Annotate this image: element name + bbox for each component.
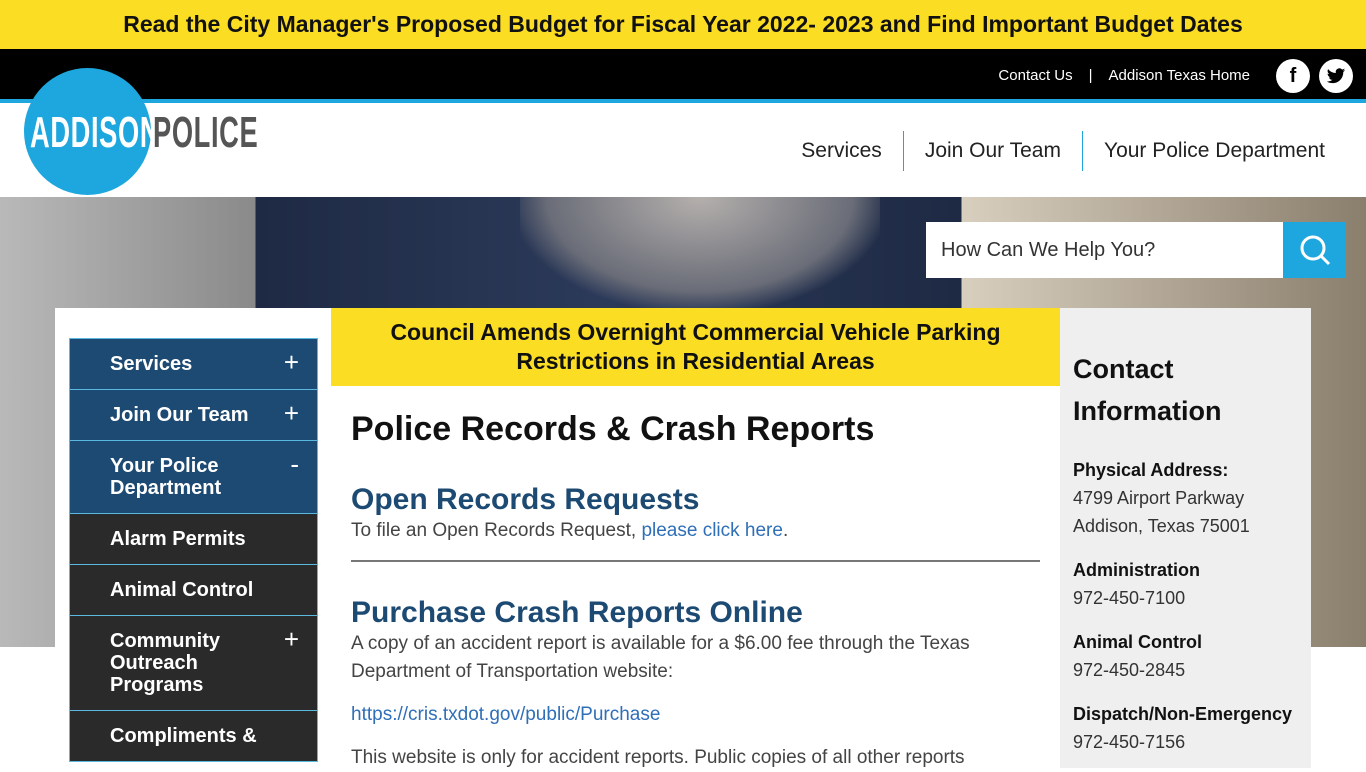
page-title: Police Records & Crash Reports <box>351 410 875 448</box>
address-label: Physical Address: <box>1073 460 1229 480</box>
label: Services <box>110 353 193 375</box>
dispatch-phone[interactable]: 972-450-7156 <box>1073 728 1298 756</box>
expand-icon[interactable]: + <box>284 626 299 652</box>
logo-text-police: POLICE <box>153 108 259 157</box>
label: Community Outreach Programs <box>110 630 220 696</box>
top-bar: Contact Us | Addison Texas Home f <box>0 49 1366 103</box>
sidebar-item-animal-control[interactable]: Animal Control <box>69 565 318 616</box>
separator: | <box>1088 67 1093 84</box>
nav-your-police-department[interactable]: Your Police Department <box>1081 131 1346 171</box>
sidebar-item-services[interactable]: Services + <box>69 338 318 390</box>
animal-control-phone[interactable]: 972-450-2845 <box>1073 656 1298 684</box>
sidebar-item-community-outreach[interactable]: Community Outreach Programs + <box>69 616 318 711</box>
address-line1: 4799 Airport Parkway <box>1073 488 1245 508</box>
open-records-heading: Open Records Requests <box>351 483 700 516</box>
sidebar-nav: Services + Join Our Team + Your Police Dep… <box>69 338 318 762</box>
dispatch-label: Dispatch/Non-Emergency <box>1073 704 1293 724</box>
nav-services[interactable]: Services <box>780 131 903 171</box>
search-button[interactable] <box>1283 222 1346 278</box>
expand-icon[interactable]: + <box>284 400 299 426</box>
text: . <box>782 520 789 541</box>
admin-phone[interactable]: 972-450-7100 <box>1073 584 1298 612</box>
nav-join-our-team[interactable]: Join Our Team <box>902 131 1082 171</box>
crash-reports-heading: Purchase Crash Reports Online <box>351 596 803 629</box>
addison-home-link[interactable]: Addison Texas Home <box>1109 67 1250 84</box>
sidebar-item-alarm-permits[interactable]: Alarm Permits <box>69 514 318 565</box>
news-banner[interactable]: Council Amends Overnight Commercial Vehi… <box>331 308 1060 386</box>
sidebar-item-join-our-team[interactable]: Join Our Team + <box>69 390 318 441</box>
sidebar-item-your-police-department[interactable]: Your Police Department - <box>69 441 318 514</box>
expand-icon[interactable]: + <box>284 349 299 375</box>
open-records-link[interactable]: please click here <box>641 520 783 541</box>
label: Your Police Department <box>110 455 222 499</box>
search-input[interactable] <box>926 222 1283 278</box>
crash-reports-text: A copy of an accident report is availabl… <box>351 633 970 682</box>
admin-label: Administration <box>1073 560 1201 580</box>
search-bar <box>926 222 1346 278</box>
label: Alarm Permits <box>110 528 246 550</box>
divider <box>351 560 1040 562</box>
twitter-icon[interactable] <box>1319 59 1353 93</box>
main-content: Council Amends Overnight Commercial Vehi… <box>331 308 1060 772</box>
contact-us-link[interactable]: Contact Us <box>998 67 1072 84</box>
police-badge-image <box>520 197 880 308</box>
label: Join Our Team <box>110 404 249 426</box>
open-records-text: To file an Open Records Request, please … <box>351 517 1040 545</box>
text: To file an Open Records Request, <box>351 520 642 541</box>
collapse-icon[interactable]: - <box>290 451 299 477</box>
animal-control-label: Animal Control <box>1073 632 1202 652</box>
label: Animal Control <box>110 579 254 601</box>
facebook-icon[interactable]: f <box>1276 59 1310 93</box>
sidebar-item-compliments[interactable]: Compliments & <box>69 711 318 762</box>
main-nav: Services Join Our Team Your Police Depar… <box>780 131 1346 171</box>
txdot-link[interactable]: https://cris.txdot.gov/public/Purchase <box>351 704 660 725</box>
search-icon <box>1300 235 1330 266</box>
address-line2: Addison, Texas 75001 <box>1073 516 1250 536</box>
logo-text-addison: ADDISON <box>30 108 161 157</box>
budget-alert-banner[interactable]: Read the City Manager's Proposed Budget … <box>0 0 1366 49</box>
label: Compliments & <box>110 725 257 747</box>
contact-sidebar: Contact Information Physical Address: 47… <box>1060 308 1311 768</box>
contact-title: Contact Information <box>1073 354 1222 426</box>
